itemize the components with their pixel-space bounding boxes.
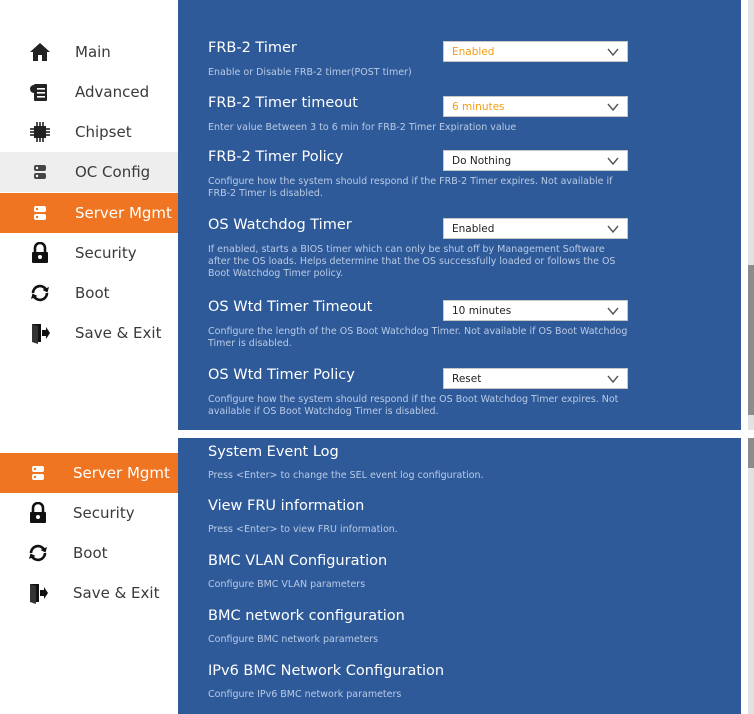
sidebar-item-oc-config[interactable]: OC Config <box>0 152 178 192</box>
advanced-icon <box>26 80 54 104</box>
sidebar-item-security[interactable]: Security <box>0 493 178 533</box>
setting-desc: Configure how the system should respond … <box>208 176 613 199</box>
sidebar-item-security[interactable]: Security <box>0 233 178 273</box>
home-icon <box>26 40 54 64</box>
setting-desc: Configure how the system should respond … <box>208 394 619 417</box>
submenu-ipv6-bmc-network-configuration[interactable]: IPv6 BMC Network Configuration <box>208 663 444 679</box>
setting-title-frb2-timeout: FRB-2 Timer timeout <box>208 95 358 111</box>
setting-title-os-wtd-timeout: OS Wtd Timer Timeout <box>208 299 373 315</box>
scrollbar[interactable] <box>748 0 754 430</box>
sidebar-item-chipset[interactable]: Chipset <box>0 112 178 152</box>
chip-icon <box>26 120 54 144</box>
chevron-down-icon <box>607 225 619 234</box>
chevron-down-icon <box>607 103 619 112</box>
divider <box>0 430 754 438</box>
setting-title-os-watchdog: OS Watchdog Timer <box>208 217 352 233</box>
setting-desc: Enable or Disable FRB-2 timer(POST timer… <box>208 67 412 78</box>
setting-title-frb2-policy: FRB-2 Timer Policy <box>208 149 344 165</box>
sidebar-item-boot[interactable]: Boot <box>0 533 178 573</box>
server-icon <box>26 201 54 225</box>
dropdown-value: Do Nothing <box>452 154 512 167</box>
submenu-bmc-network-configuration[interactable]: BMC network configuration <box>208 608 405 624</box>
sidebar-item-label: Save & Exit <box>75 324 162 342</box>
chevron-down-icon <box>607 307 619 316</box>
sidebar-item-label: Server Mgmt <box>73 464 170 482</box>
chevron-down-icon <box>607 157 619 166</box>
settings-pane: FRB-2 Timer Enabled Enable or Disable FR… <box>178 0 741 430</box>
setting-desc: If enabled, starts a BIOS timer which ca… <box>208 244 616 279</box>
refresh-icon <box>24 541 52 565</box>
os-watchdog-dropdown[interactable]: Enabled <box>443 218 628 239</box>
sidebar-item-label: OC Config <box>75 163 151 181</box>
bios-panel-bottom: Server Mgmt Security Boot Save & Exit Sy… <box>0 438 754 714</box>
dropdown-value: Enabled <box>452 222 495 235</box>
submenu-view-fru-information[interactable]: View FRU information <box>208 498 364 514</box>
exit-door-icon <box>24 581 52 605</box>
setting-desc: Configure the length of the OS Boot Watc… <box>208 326 628 349</box>
sidebar: Server Mgmt Security Boot Save & Exit <box>0 438 178 714</box>
sidebar-item-label: Security <box>75 244 137 262</box>
sidebar-item-label: Chipset <box>75 123 132 141</box>
submenu-system-event-log[interactable]: System Event Log <box>208 444 339 460</box>
scrollbar-thumb[interactable] <box>748 265 754 415</box>
sidebar-item-save-exit[interactable]: Save & Exit <box>0 313 178 353</box>
dropdown-value: Enabled <box>452 45 495 58</box>
sidebar-item-label: Boot <box>73 544 108 562</box>
exit-door-icon <box>26 321 54 345</box>
submenu-pane: System Event Log Press <Enter> to change… <box>178 438 741 714</box>
setting-desc: Enter value Between 3 to 6 min for FRB-2… <box>208 122 517 133</box>
sidebar-item-label: Security <box>73 504 135 522</box>
sidebar-item-save-exit[interactable]: Save & Exit <box>0 573 178 613</box>
sidebar-item-advanced[interactable]: Advanced <box>0 72 178 112</box>
sidebar-item-server-mgmt[interactable]: Server Mgmt <box>0 193 178 233</box>
chevron-down-icon <box>607 48 619 57</box>
scrollbar-thumb[interactable] <box>748 438 754 468</box>
bios-panel-top: Main Advanced Chipset OC Config Server M… <box>0 0 754 430</box>
refresh-icon <box>26 281 54 305</box>
scrollbar[interactable] <box>748 438 754 714</box>
sidebar-item-label: Advanced <box>75 83 150 101</box>
setting-desc: Press <Enter> to change the SEL event lo… <box>208 470 484 481</box>
chevron-down-icon <box>607 375 619 384</box>
os-wtd-policy-dropdown[interactable]: Reset <box>443 368 628 389</box>
sidebar-item-label: Server Mgmt <box>75 204 172 222</box>
sidebar-item-label: Boot <box>75 284 110 302</box>
dropdown-value: 6 minutes <box>452 100 505 113</box>
setting-title-os-wtd-policy: OS Wtd Timer Policy <box>208 367 355 383</box>
os-wtd-timeout-dropdown[interactable]: 10 minutes <box>443 300 628 321</box>
sidebar-item-main[interactable]: Main <box>0 32 178 72</box>
setting-desc: Press <Enter> to view FRU information. <box>208 524 398 535</box>
frb2-policy-dropdown[interactable]: Do Nothing <box>443 150 628 171</box>
setting-desc: Configure BMC VLAN parameters <box>208 579 366 590</box>
sidebar-item-boot[interactable]: Boot <box>0 273 178 313</box>
setting-title-frb2-timer: FRB-2 Timer <box>208 40 297 56</box>
setting-desc: Configure IPv6 BMC network parameters <box>208 689 402 700</box>
lock-icon <box>24 501 52 525</box>
frb2-timeout-dropdown[interactable]: 6 minutes <box>443 96 628 117</box>
submenu-bmc-vlan-configuration[interactable]: BMC VLAN Configuration <box>208 553 387 569</box>
dropdown-value: 10 minutes <box>452 304 512 317</box>
setting-desc: Configure BMC network parameters <box>208 634 379 645</box>
sidebar-item-label: Save & Exit <box>73 584 160 602</box>
sidebar-item-label: Main <box>75 43 111 61</box>
server-icon <box>24 461 52 485</box>
frb2-timer-dropdown[interactable]: Enabled <box>443 41 628 62</box>
oc-config-icon <box>26 160 54 184</box>
lock-icon <box>26 241 54 265</box>
sidebar: Main Advanced Chipset OC Config Server M… <box>0 0 178 430</box>
dropdown-value: Reset <box>452 372 482 385</box>
sidebar-item-server-mgmt[interactable]: Server Mgmt <box>0 453 178 493</box>
